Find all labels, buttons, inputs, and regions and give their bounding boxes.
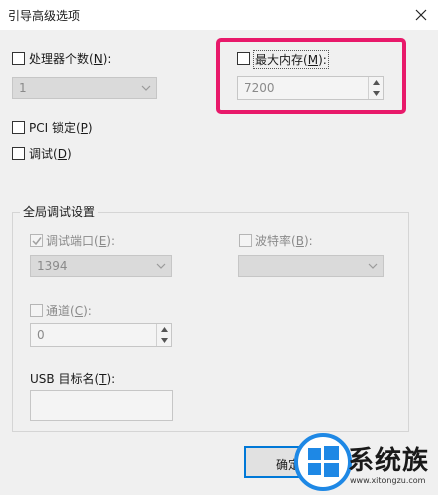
channel-spinbox[interactable]: 0 [30,323,172,347]
watermark-logo [293,432,353,492]
chevron-down-icon [368,263,378,269]
spin-down-button[interactable] [157,335,171,346]
debug-checkbox[interactable] [12,147,25,160]
debug-port-checkbox[interactable] [30,234,43,247]
pci-lock-label: PCI 锁定(P) [29,121,93,135]
close-button[interactable] [406,1,436,29]
chevron-down-icon [160,338,168,343]
chevron-down-icon [141,85,151,91]
processors-value: 1 [19,81,27,95]
pci-lock-checkbox[interactable] [12,121,25,134]
channel-checkbox[interactable] [30,304,43,317]
debug-port-dropdown[interactable]: 1394 [30,255,172,277]
usb-target-label: USB 目标名(T): [30,372,116,386]
debug-port-label: 调试端口(E): [46,234,116,248]
checkmark-icon [31,236,42,245]
windows-logo-icon [294,433,352,491]
close-icon [415,9,427,21]
baud-rate-dropdown[interactable] [238,255,384,277]
chevron-down-icon [156,263,166,269]
channel-value: 0 [37,328,45,342]
debug-label: 调试(D) [29,147,72,161]
spin-up-button[interactable] [157,324,171,335]
channel-label: 通道(C): [46,304,92,318]
processors-dropdown[interactable]: 1 [12,77,157,99]
processors-checkbox[interactable] [12,52,25,65]
window-title: 引导高级选项 [8,9,81,23]
watermark-url: www.xitongzu.com [350,476,426,485]
highlight-annotation [216,38,406,114]
watermark-brand: 系统族 [348,446,430,476]
usb-target-input[interactable] [30,390,173,421]
debug-port-value: 1394 [37,259,68,273]
global-debug-title: 全局调试设置 [20,203,99,220]
chevron-up-icon [160,327,168,332]
baud-rate-label: 波特率(B): [255,234,313,248]
processors-label: 处理器个数(N): [29,52,112,66]
baud-rate-checkbox[interactable] [239,234,252,247]
